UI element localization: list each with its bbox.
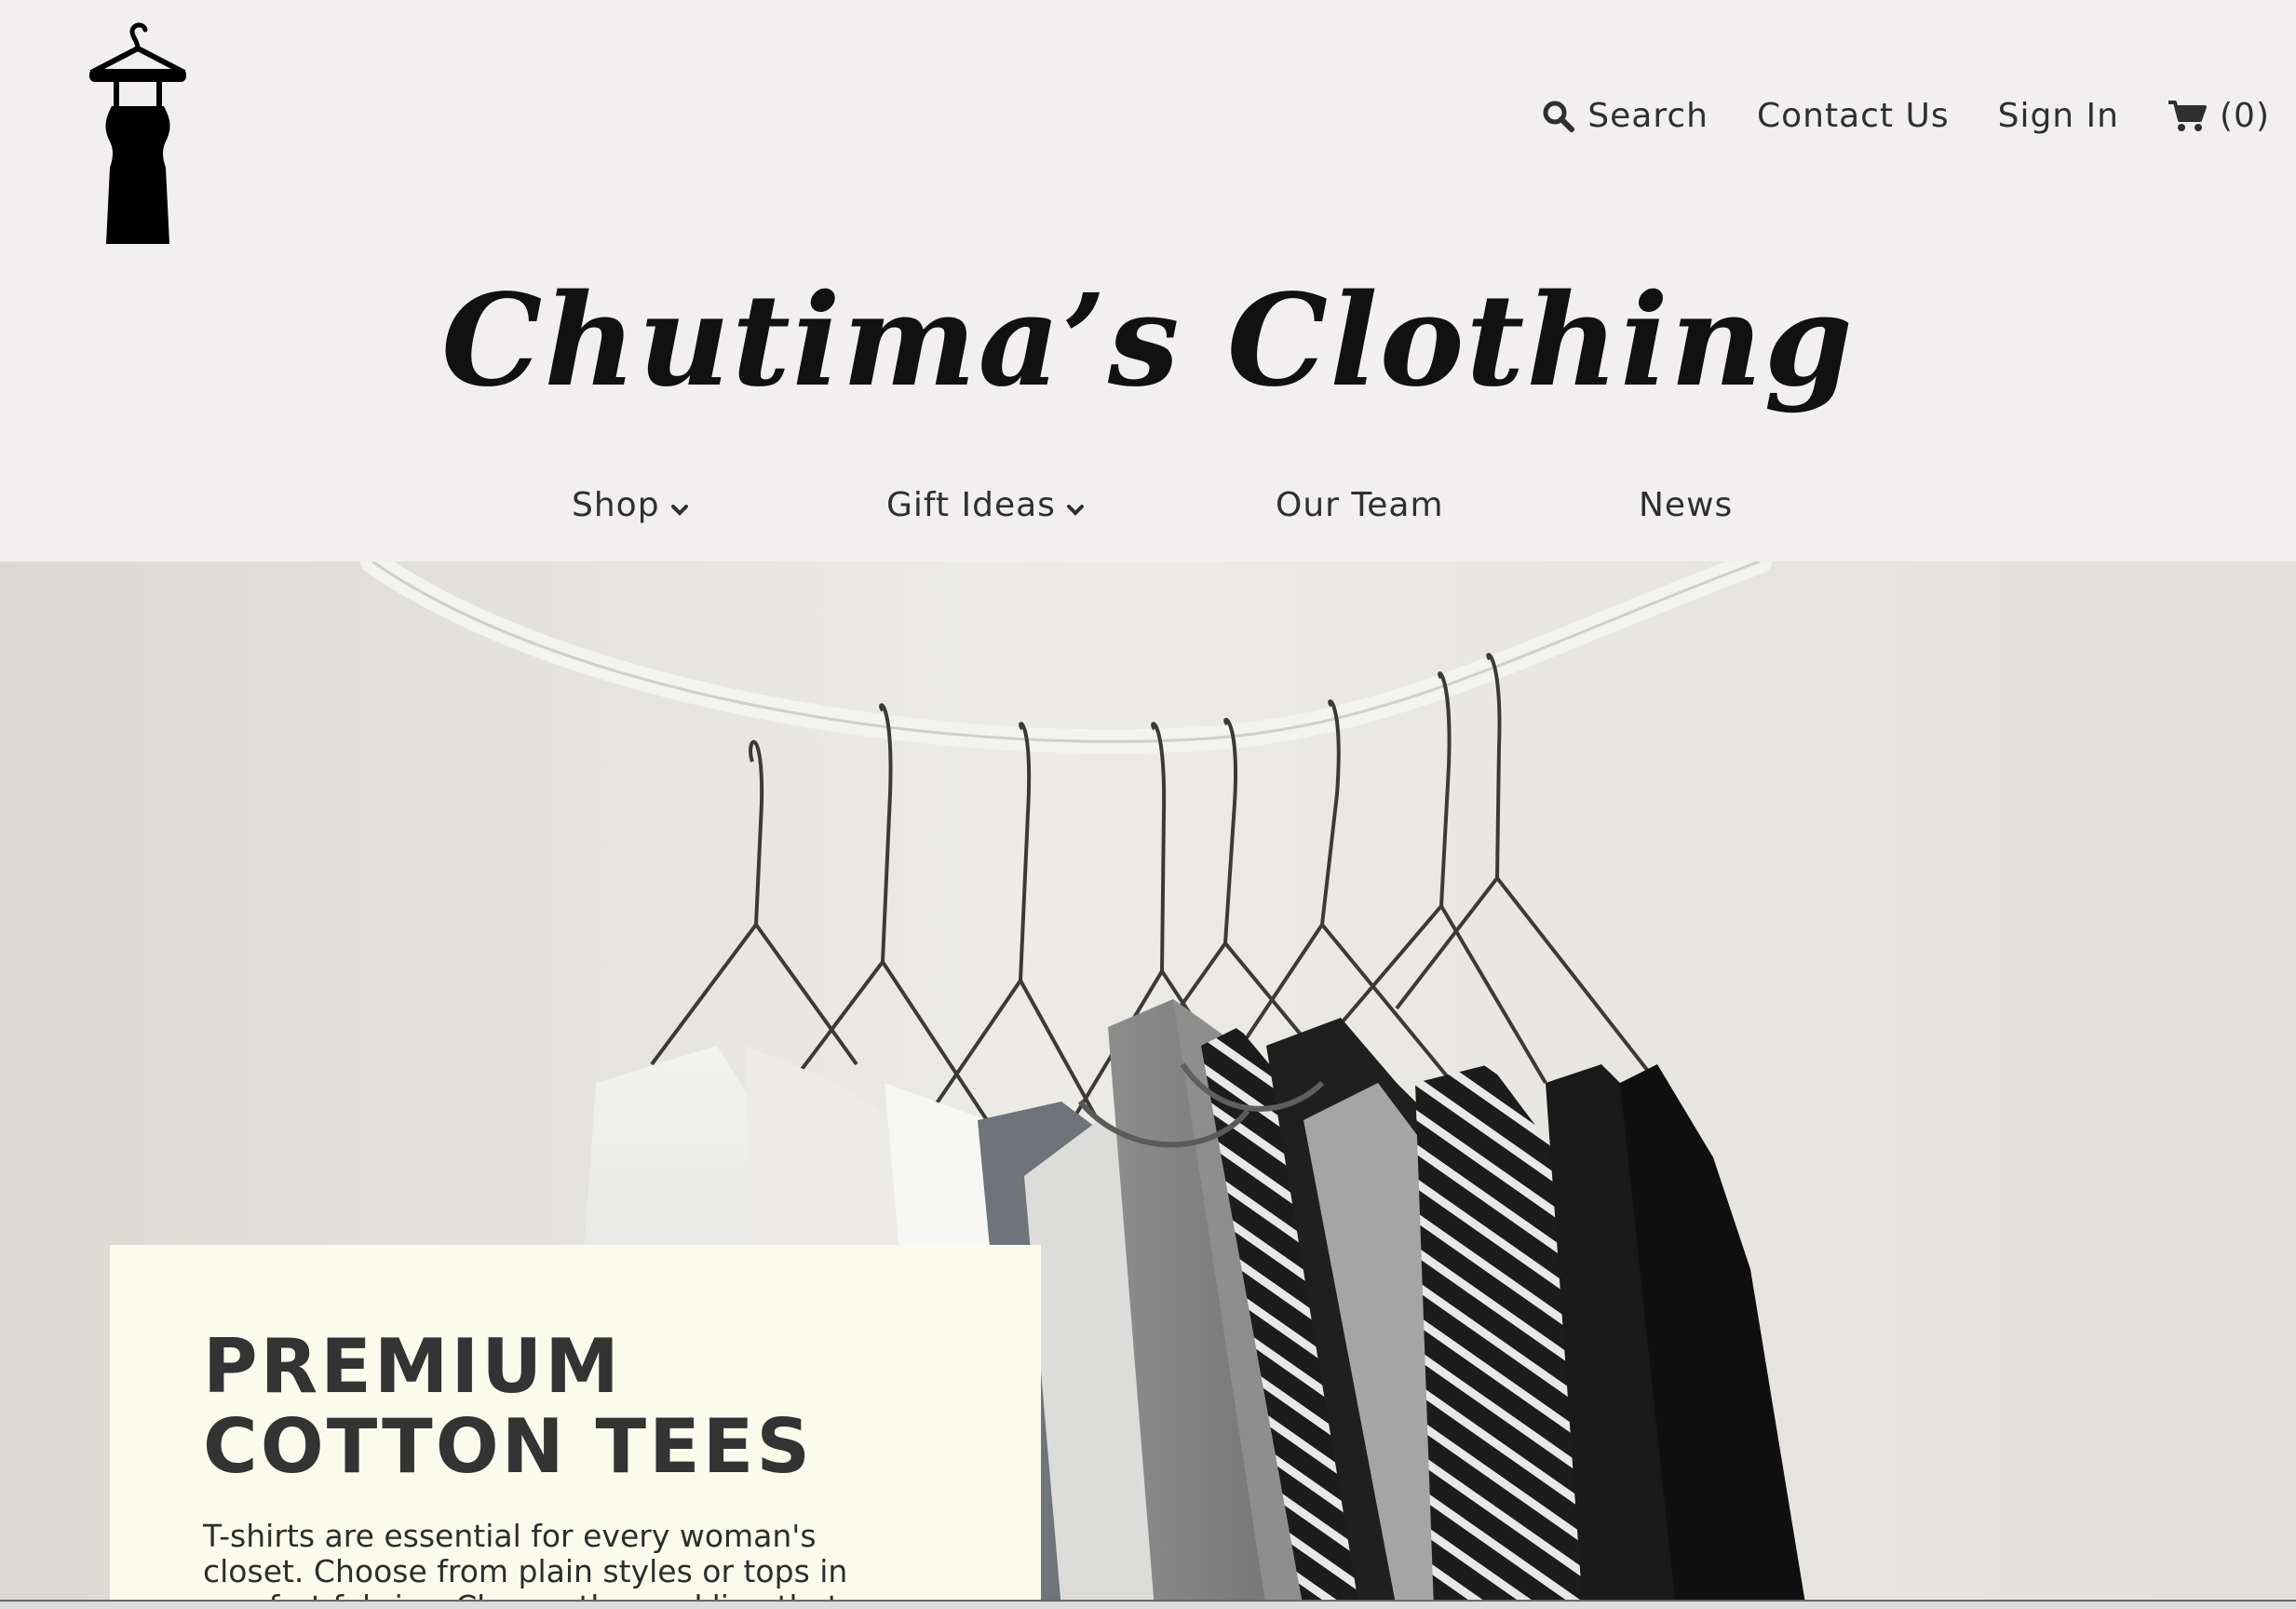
chevron-down-icon (670, 486, 688, 524)
nav-item-our-team[interactable]: Our Team (1276, 486, 1444, 524)
search-label: Search (1587, 97, 1708, 135)
nav-item-news[interactable]: News (1639, 486, 1733, 524)
promo-card[interactable]: PREMIUM COTTON TEES T-shirts are essenti… (110, 1245, 1041, 1609)
nav-item-label: Shop (572, 486, 660, 524)
contact-us-label: Contact Us (1756, 97, 1950, 135)
nav-item-label: Gift Ideas (886, 486, 1056, 524)
contact-us-link[interactable]: Contact Us (1757, 97, 1950, 135)
promo-description: T-shirts are essential for every woman's… (203, 1518, 848, 1609)
cart-link[interactable]: (0) (2168, 97, 2270, 135)
search-icon (1543, 101, 1575, 132)
dress-on-hanger-icon[interactable] (86, 17, 190, 248)
chevron-down-icon (1066, 486, 1084, 524)
browser-status-strip (0, 1600, 2296, 1609)
site-header: Search Contact Us Sign In (0) Chutima’s … (0, 0, 2296, 561)
cart-icon (2168, 100, 2207, 133)
nav-item-label: Our Team (1276, 486, 1444, 524)
cart-count: (0) (2220, 97, 2270, 135)
hero-banner: PREMIUM COTTON TEES T-shirts are essenti… (0, 561, 2296, 1609)
utility-nav: Search Contact Us Sign In (0) (1543, 97, 2270, 135)
promo-title: PREMIUM COTTON TEES (203, 1323, 813, 1490)
main-nav: Shop Gift Ideas Our Team News (0, 486, 2296, 538)
sign-in-label: Sign In (1997, 97, 2119, 135)
nav-item-shop[interactable]: Shop (572, 486, 688, 524)
sign-in-link[interactable]: Sign In (1998, 97, 2119, 135)
site-title[interactable]: Chutima’s Clothing (0, 277, 2296, 404)
nav-item-gift-ideas[interactable]: Gift Ideas (886, 486, 1084, 524)
search-link[interactable]: Search (1543, 97, 1708, 135)
nav-item-label: News (1639, 486, 1734, 524)
